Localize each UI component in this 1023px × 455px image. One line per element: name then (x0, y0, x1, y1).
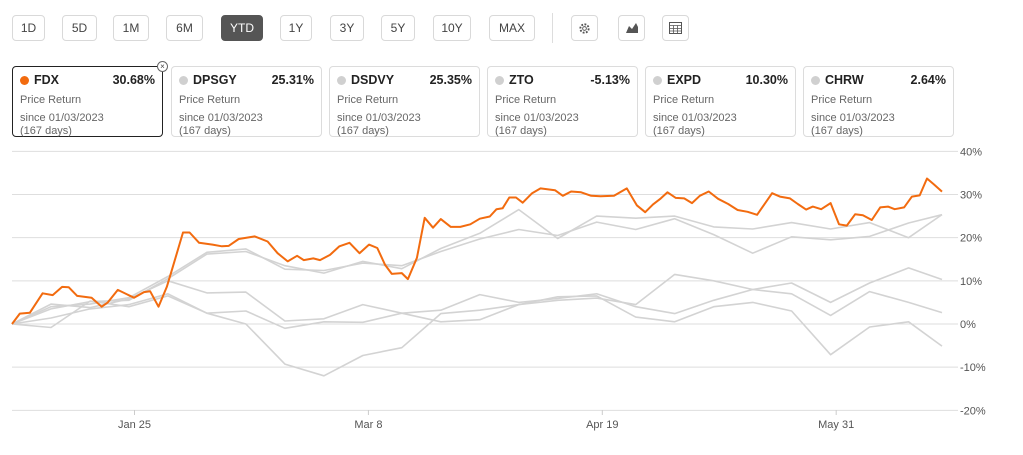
series-color-dot (20, 75, 29, 85)
ticker: EXPD (667, 73, 702, 87)
day-count: (167 days) (495, 125, 547, 137)
since-date: since 01/03/2023 (811, 112, 895, 124)
return-value: 25.31% (271, 73, 314, 87)
return-value: 30.68% (112, 73, 155, 87)
table-button[interactable] (662, 15, 689, 41)
y-tick-label: -20% (960, 405, 986, 417)
area-chart-button[interactable] (618, 15, 645, 41)
toolbar-divider (552, 13, 553, 43)
since-date: since 01/03/2023 (653, 112, 737, 124)
x-tick-label: May 31 (818, 419, 854, 431)
ticker: ZTO (509, 73, 534, 87)
y-tick-label: 20% (960, 233, 982, 245)
return-label: Price Return (337, 94, 399, 106)
ticker: DSDVY (351, 73, 395, 87)
range-button-max[interactable]: MAX (489, 15, 535, 41)
series-color-dot (811, 75, 820, 85)
card-dsdvy[interactable]: DSDVY 25.35% Price Return since 01/03/202… (329, 66, 480, 137)
return-label: Price Return (811, 94, 873, 106)
range-button-3y[interactable]: 3Y (330, 15, 364, 41)
return-label: Price Return (20, 94, 82, 106)
series-line-chrw (11, 273, 943, 330)
ticker: DPSGY (193, 73, 237, 87)
series-line-dpsgy (11, 213, 943, 325)
range-button-ytd[interactable]: YTD (221, 15, 263, 41)
y-tick-label: -10% (960, 362, 986, 374)
close-icon[interactable]: × (157, 61, 168, 72)
day-count: (167 days) (20, 125, 72, 137)
range-button-5d[interactable]: 5D (62, 15, 97, 41)
area-chart-icon (625, 22, 639, 34)
since-date: since 01/03/2023 (495, 112, 579, 124)
card-fdx[interactable]: FDX 30.68% Price Return since 01/03/2023(… (12, 61, 168, 137)
ticker: FDX (34, 73, 59, 87)
x-tick-label: Apr 19 (586, 419, 618, 431)
series-line-zto (11, 295, 943, 377)
gear-button[interactable] (571, 15, 598, 41)
series-color-dot (653, 75, 662, 85)
card-zto[interactable]: ZTO -5.13% Price Return since 01/03/2023(… (487, 66, 638, 137)
y-tick-label: 40% (960, 146, 982, 158)
return-label: Price Return (495, 94, 557, 106)
return-label: Price Return (653, 94, 715, 106)
return-label: Price Return (179, 94, 241, 106)
range-button-10y[interactable]: 10Y (433, 15, 471, 41)
card-expd[interactable]: EXPD 10.30% Price Return since 01/03/2023… (645, 66, 796, 137)
series-color-dot (337, 75, 346, 85)
day-count: (167 days) (653, 125, 705, 137)
series-color-dot (179, 75, 188, 85)
series-color-dot (495, 75, 504, 85)
return-value: 2.64% (910, 73, 946, 87)
table-icon (669, 22, 682, 34)
since-date: since 01/03/2023 (20, 112, 104, 124)
card-chrw[interactable]: CHRW 2.64% Price Return since 01/03/2023(… (803, 66, 954, 137)
series-line-dsdvy (11, 208, 943, 325)
ticker: CHRW (825, 73, 864, 87)
return-value: -5.13% (590, 73, 630, 87)
x-tick-label: Jan 25 (118, 419, 151, 431)
return-value: 25.35% (429, 73, 472, 87)
y-tick-label: 30% (960, 189, 982, 201)
y-tick-label: 10% (960, 276, 982, 288)
x-tick-label: Mar 8 (354, 419, 382, 431)
range-button-6m[interactable]: 6M (166, 15, 203, 41)
since-date: since 01/03/2023 (179, 112, 263, 124)
range-button-1y[interactable]: 1Y (280, 15, 312, 41)
range-button-1d[interactable]: 1D (12, 15, 45, 41)
day-count: (167 days) (337, 125, 389, 137)
since-date: since 01/03/2023 (337, 112, 421, 124)
return-value: 10.30% (745, 73, 788, 87)
card-dpsgy[interactable]: DPSGY 25.31% Price Return since 01/03/202… (171, 66, 322, 137)
gear-icon (578, 22, 591, 35)
day-count: (167 days) (811, 125, 863, 137)
series-line-fdx (11, 177, 943, 325)
day-count: (167 days) (179, 125, 231, 137)
y-tick-label: 0% (960, 319, 976, 331)
range-button-1m[interactable]: 1M (113, 15, 149, 41)
range-button-5y[interactable]: 5Y (381, 15, 415, 41)
series-line-expd (11, 267, 943, 325)
